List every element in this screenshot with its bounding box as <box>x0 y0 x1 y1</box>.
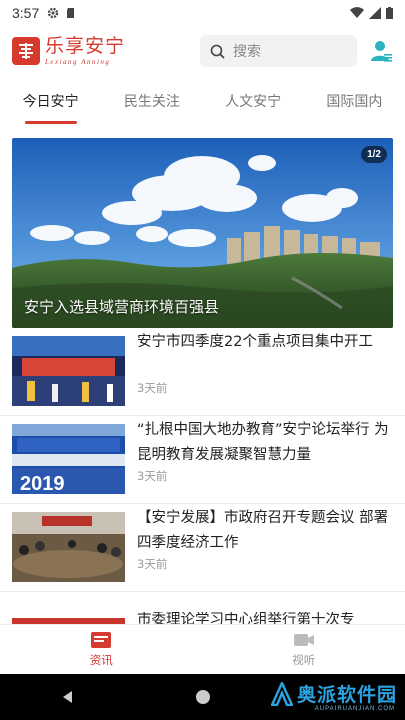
banner-title: 安宁入选县域营商环境百强县 <box>24 298 220 316</box>
featured-banner[interactable]: 1/2 安宁入选县域营商环境百强县 <box>12 138 393 328</box>
news-thumbnail <box>12 512 125 582</box>
back-icon[interactable] <box>60 689 76 705</box>
news-title: 安宁市四季度22个重点项目集中开工 <box>137 334 373 350</box>
tab-international[interactable]: 国际国内 <box>304 88 405 124</box>
nav-news-label: 资讯 <box>89 653 113 667</box>
watermark-text: 奥派软件园 <box>296 684 397 706</box>
user-profile-icon[interactable] <box>369 39 393 63</box>
bottom-navigation: 资讯 视听 <box>0 624 405 674</box>
tab-today-anning[interactable]: 今日安宁 <box>0 88 101 124</box>
news-thumbnail: 2019 <box>12 424 125 494</box>
wifi-icon <box>350 6 364 18</box>
tab-livelihood[interactable]: 民生关注 <box>101 88 202 124</box>
logo-chinese-name: 乐享安宁 <box>45 34 126 57</box>
search-input[interactable]: 搜索 <box>200 35 357 67</box>
tab-culture[interactable]: 人文安宁 <box>203 88 304 124</box>
list-item[interactable]: 【安宁发展】市政府召开专题会议 部署四季度经济工作 3天前 <box>0 504 405 592</box>
settings-gear-icon <box>48 7 59 18</box>
home-icon[interactable] <box>195 689 211 705</box>
video-icon <box>293 634 314 646</box>
news-icon <box>91 632 112 648</box>
search-icon <box>210 44 225 59</box>
battery-icon <box>386 6 393 19</box>
news-time: 3天前 <box>137 557 168 571</box>
nav-video[interactable]: 视听 <box>203 625 405 674</box>
list-item[interactable]: 2019 “扎根中国大地办教育”安宁论坛举行 为昆明教育发展凝聚智慧力量 3天前 <box>0 416 405 504</box>
logo-mark-icon <box>12 37 40 65</box>
list-item[interactable]: 安宁市四季度22个重点项目集中开工 3天前 <box>0 328 405 416</box>
watermark-a-icon <box>270 681 293 706</box>
news-time: 3天前 <box>137 381 168 395</box>
news-title: “扎根中国大地办教育”安宁论坛举行 为昆明教育发展凝聚智慧力量 <box>137 422 389 463</box>
signal-icon <box>369 6 381 19</box>
watermark-url: AUPAIRUANJIAN.COM <box>314 706 395 712</box>
logo-english-name: Lexiang Anning <box>45 57 111 66</box>
list-item[interactable]: 市委理论学习中心组举行第十次专题“under <box>0 612 405 624</box>
app-header: 乐享安宁 Lexiang Anning 搜索 <box>0 25 405 77</box>
nav-news[interactable]: 资讯 <box>0 625 203 674</box>
news-thumbnail <box>12 336 125 406</box>
watermark-logo: 奥派软件园 <box>270 680 397 707</box>
nav-video-label: 视听 <box>292 653 316 667</box>
news-title: 【安宁发展】市政府召开专题会议 部署四季度经济工作 <box>137 510 389 551</box>
search-placeholder: 搜索 <box>233 44 261 60</box>
news-title: 市委理论学习中心组举行第十次专题“under <box>137 612 355 624</box>
news-time: 3天前 <box>137 469 168 483</box>
banner-page-counter: 1/2 <box>361 146 387 163</box>
svg-text:2019: 2019 <box>20 473 65 494</box>
category-tabs: 今日安宁 民生关注 人文安宁 国际国内 <box>0 88 405 124</box>
sd-card-icon <box>67 7 75 18</box>
app-logo: 乐享安宁 Lexiang Anning <box>12 34 126 66</box>
status-time: 3:57 <box>12 4 40 21</box>
status-bar: 3:57 <box>0 0 405 25</box>
